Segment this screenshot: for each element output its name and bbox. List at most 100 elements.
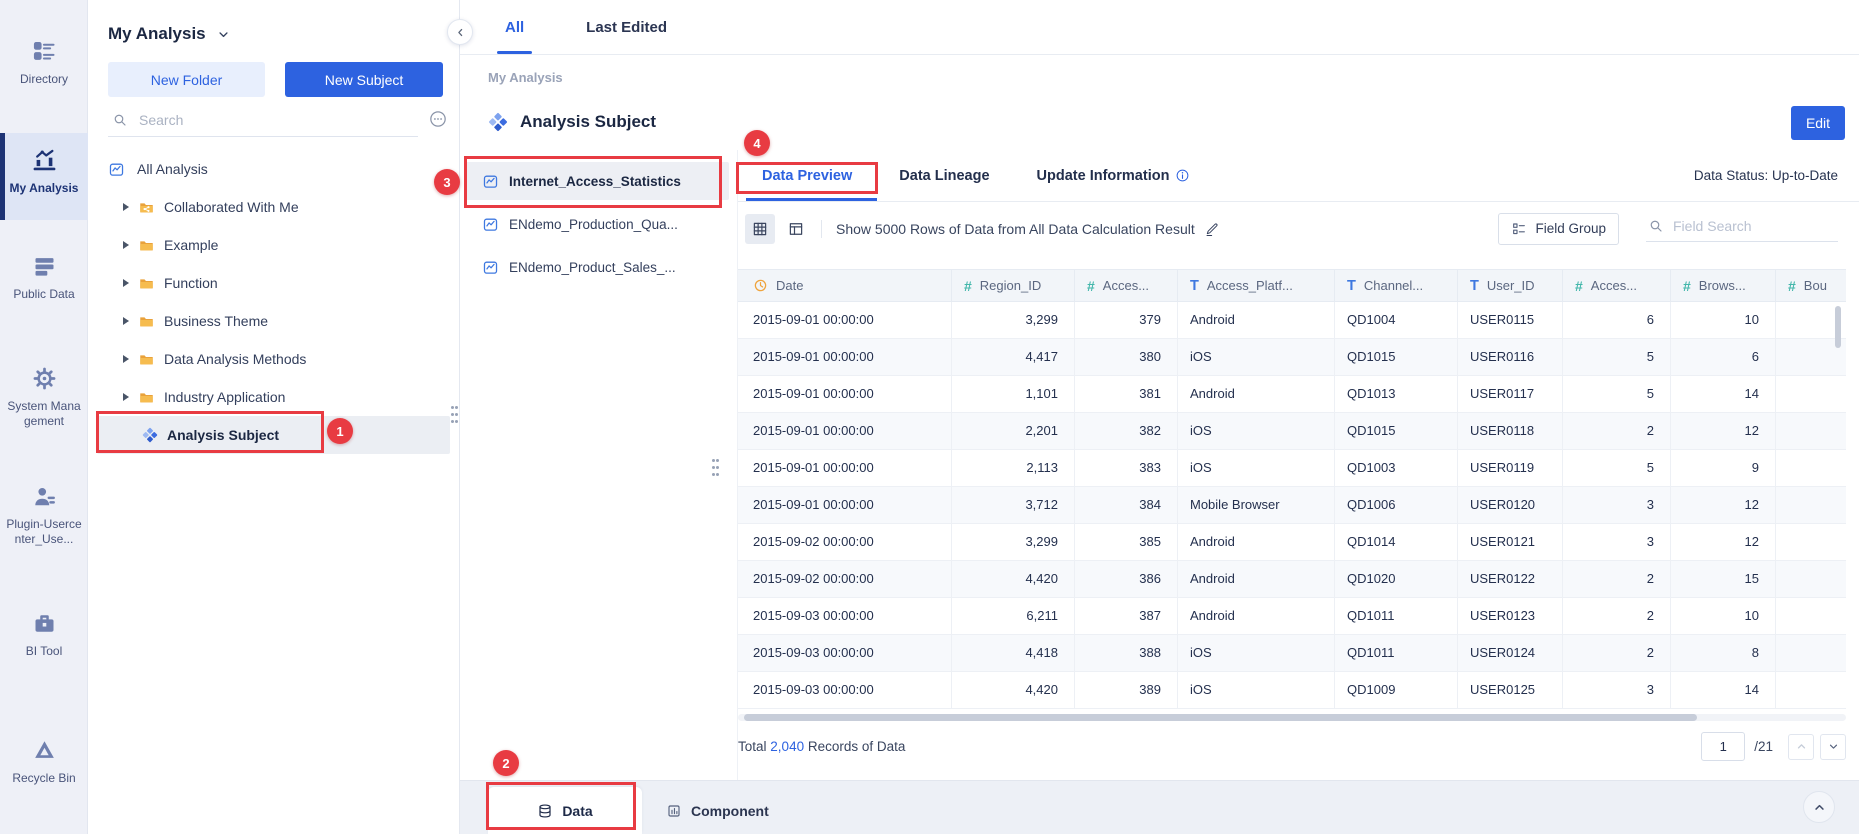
table-cell: 389 xyxy=(1075,672,1178,708)
tab-update-information[interactable]: Update Information xyxy=(1037,150,1191,201)
sidebar-item-public-data[interactable]: Public Data xyxy=(0,245,88,302)
table-cell: 10 xyxy=(1671,302,1776,338)
table-cell: 3,712 xyxy=(952,487,1075,523)
new-subject-button[interactable]: New Subject xyxy=(285,62,443,97)
table-cell: USER0118 xyxy=(1458,413,1563,449)
column-header-user-id[interactable]: T User_ID xyxy=(1458,270,1563,301)
table-cell: 3 xyxy=(1563,672,1671,708)
caret-right-icon[interactable] xyxy=(123,355,129,363)
tree-folder-data-analysis-methods[interactable]: Data Analysis Methods xyxy=(88,340,455,378)
table-row[interactable]: 2015-09-02 00:00:00 4,420 386 Android QD1020… xyxy=(738,561,1846,598)
tree-item-all-analysis[interactable]: All Analysis xyxy=(88,150,455,188)
sidebar-item-label: BI Tool xyxy=(25,644,63,658)
chevron-up-icon xyxy=(1812,800,1827,815)
tree-folder-example[interactable]: Example xyxy=(88,226,455,264)
table-cell: 12 xyxy=(1671,413,1776,449)
table-row[interactable]: 2015-09-01 00:00:00 4,417 380 iOS QD1015 USER… xyxy=(738,339,1846,376)
sidebar-item-bi-tool[interactable]: BI Tool xyxy=(0,602,88,659)
sidebar-item-recycle-bin[interactable]: Recycle Bin xyxy=(0,729,88,786)
table-cell: Mobile Browser xyxy=(1178,487,1335,523)
sidebar-item-my-analysis[interactable]: My Analysis xyxy=(0,133,88,220)
text-icon: T xyxy=(1190,277,1199,294)
page-up-button[interactable] xyxy=(1788,733,1814,760)
table-cell: iOS xyxy=(1178,672,1335,708)
edit-pencil-icon[interactable] xyxy=(1204,221,1220,237)
tree-search-input[interactable] xyxy=(139,112,379,128)
sidebar-item-plugin-usercenter-use[interactable]: Plugin-Usercenter_Use... xyxy=(0,475,88,547)
panel-resize-handle[interactable] xyxy=(451,406,465,427)
plugin-user-icon xyxy=(31,483,58,510)
table-row[interactable]: 2015-09-01 00:00:00 1,101 381 Android QD1013… xyxy=(738,376,1846,413)
column-header-acces[interactable]: # Acces... xyxy=(1075,270,1178,301)
column-header-brows[interactable]: # Brows... xyxy=(1671,270,1776,301)
vertical-scrollbar[interactable] xyxy=(1835,306,1841,348)
table-cell: 388 xyxy=(1075,635,1178,671)
list-item-endemo-production-qua[interactable]: ENdemo_Production_Qua... xyxy=(466,205,729,243)
table-cell: QD1006 xyxy=(1335,487,1458,523)
sidebar-item-directory[interactable]: Directory xyxy=(0,30,88,87)
collapse-dock-button[interactable] xyxy=(1803,791,1835,823)
search-icon xyxy=(112,112,128,128)
sidebar-item-system-management[interactable]: System Management xyxy=(0,357,88,429)
new-folder-button[interactable]: New Folder xyxy=(108,62,265,97)
more-options-icon[interactable] xyxy=(428,109,448,129)
table-row[interactable]: 2015-09-01 00:00:00 3,299 379 Android QD1004… xyxy=(738,302,1846,339)
caret-right-icon[interactable] xyxy=(123,241,129,249)
caret-right-icon[interactable] xyxy=(123,317,129,325)
collapse-panel-button[interactable] xyxy=(447,19,473,45)
table-cell: 14 xyxy=(1671,672,1776,708)
tab-all[interactable]: All xyxy=(496,0,533,54)
column-header-date[interactable]: Date xyxy=(738,270,952,301)
folder-shared-icon xyxy=(138,199,155,216)
column-view-button[interactable] xyxy=(781,214,811,244)
table-row[interactable]: 2015-09-02 00:00:00 3,299 385 Android QD1014… xyxy=(738,524,1846,561)
tree-folder-function[interactable]: Function xyxy=(88,264,455,302)
tab-data-lineage[interactable]: Data Lineage xyxy=(899,150,989,201)
caret-right-icon[interactable] xyxy=(123,393,129,401)
tree-folder-collaborated-with-me[interactable]: Collaborated With Me xyxy=(88,188,455,226)
table-cell: iOS xyxy=(1178,339,1335,375)
table-row[interactable]: 2015-09-03 00:00:00 4,418 388 iOS QD1011 USER… xyxy=(738,635,1846,672)
table-row[interactable]: 2015-09-01 00:00:00 3,712 384 Mobile Browse… xyxy=(738,487,1846,524)
folder-icon xyxy=(138,275,155,292)
table-cell: 380 xyxy=(1075,339,1178,375)
column-header-acces[interactable]: # Acces... xyxy=(1563,270,1671,301)
page-down-button[interactable] xyxy=(1820,733,1846,760)
annotation-box-data-preview xyxy=(736,162,878,194)
column-header-bou[interactable]: # Bou xyxy=(1776,270,1846,301)
sidebar-item-label: System Management xyxy=(7,399,81,428)
list-item-endemo-product-sales[interactable]: ENdemo_Product_Sales_... xyxy=(466,248,729,286)
column-header-region-id[interactable]: # Region_ID xyxy=(952,270,1075,301)
annotation-badge-4: 4 xyxy=(744,130,770,156)
tree-folder-business-theme[interactable]: Business Theme xyxy=(88,302,455,340)
column-header-access-platf[interactable]: T Access_Platf... xyxy=(1178,270,1335,301)
workspace-switcher[interactable]: My Analysis xyxy=(108,24,231,44)
field-group-button[interactable]: Field Group xyxy=(1498,212,1619,245)
tree-search xyxy=(108,108,418,137)
breadcrumb[interactable]: My Analysis xyxy=(488,70,563,85)
list-resize-handle[interactable] xyxy=(712,459,726,480)
grid-view-button[interactable] xyxy=(745,213,775,244)
field-search-input[interactable] xyxy=(1673,217,1823,234)
column-header-channel[interactable]: T Channel... xyxy=(1335,270,1458,301)
table-row[interactable]: 2015-09-01 00:00:00 2,113 383 iOS QD1003 USER… xyxy=(738,450,1846,487)
chevron-left-icon xyxy=(454,26,467,39)
table-cell: QD1015 xyxy=(1335,413,1458,449)
caret-right-icon[interactable] xyxy=(123,279,129,287)
dock-tab-component[interactable]: Component xyxy=(656,787,779,834)
tab-last-edited[interactable]: Last Edited xyxy=(586,0,667,54)
table-cell: 9 xyxy=(1671,450,1776,486)
table-row[interactable]: 2015-09-03 00:00:00 6,211 387 Android QD1011… xyxy=(738,598,1846,635)
table-row[interactable]: 2015-09-03 00:00:00 4,420 389 iOS QD1009 USER… xyxy=(738,672,1846,709)
edit-button[interactable]: Edit xyxy=(1791,106,1845,140)
caret-right-icon[interactable] xyxy=(123,203,129,211)
my-analysis-icon xyxy=(31,147,58,174)
page-number-input[interactable] xyxy=(1701,732,1746,761)
table-cell: 4,420 xyxy=(952,561,1075,597)
table-cell: 1,101 xyxy=(952,376,1075,412)
horizontal-scrollbar-thumb[interactable] xyxy=(744,714,1697,721)
table-cell: 387 xyxy=(1075,598,1178,634)
analysis-subject-icon xyxy=(488,112,508,132)
table-cell: iOS xyxy=(1178,635,1335,671)
table-row[interactable]: 2015-09-01 00:00:00 2,201 382 iOS QD1015 USER… xyxy=(738,413,1846,450)
